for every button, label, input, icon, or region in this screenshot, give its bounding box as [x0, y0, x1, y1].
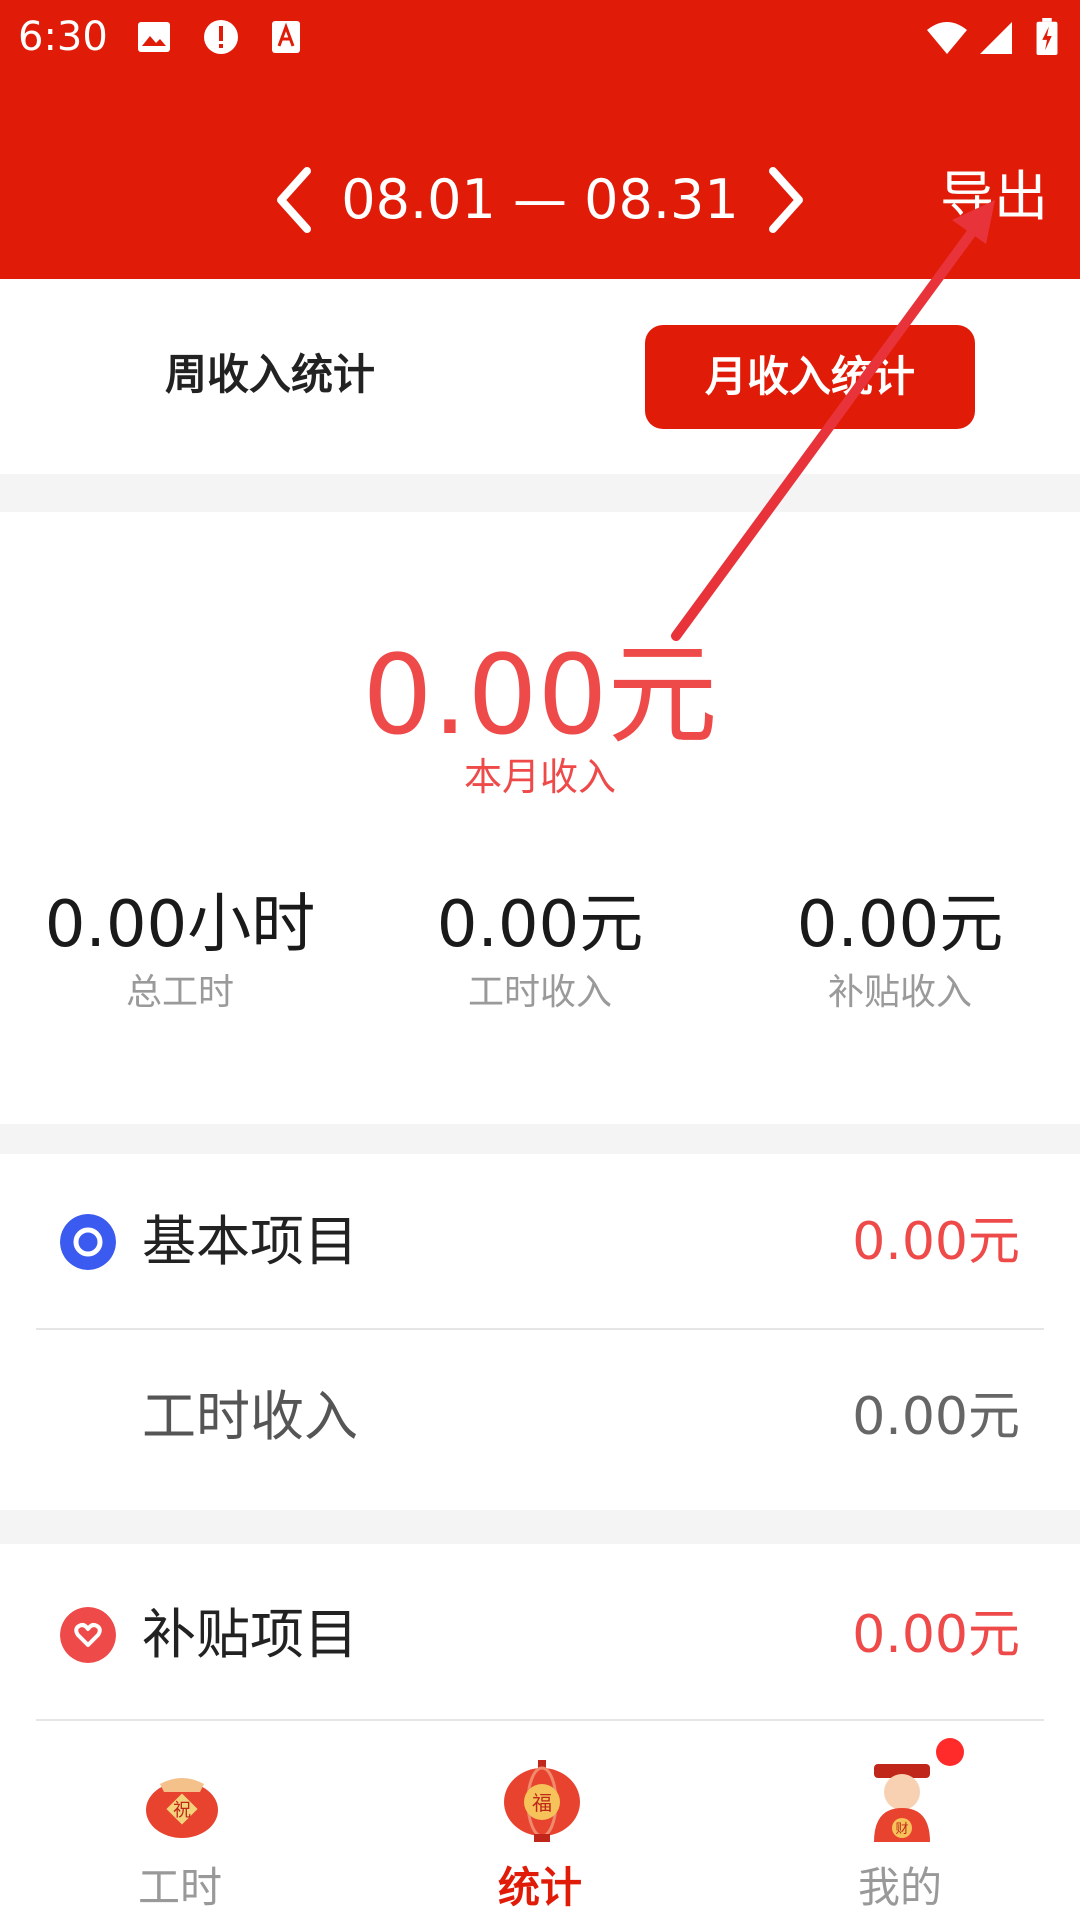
fortune-god-glyph: 财 — [895, 1822, 908, 1837]
monthly-income-label: 本月收入 — [463, 755, 616, 799]
image-icon — [138, 22, 170, 52]
lantern-glyph: 福 — [532, 1791, 552, 1815]
total-hours-label: 总工时 — [125, 972, 234, 1013]
subsidy-income-value: 0.00元 — [796, 888, 1004, 962]
status-time: 6:30 — [18, 14, 108, 60]
subsidy-items-value: 0.00元 — [852, 1605, 1020, 1665]
alert-icon — [204, 20, 238, 54]
circle-dot-icon — [60, 1214, 116, 1270]
fortune-god-icon: 财 — [874, 1764, 930, 1842]
hour-income-row[interactable]: 工时收入 0.00元 — [0, 1332, 1080, 1507]
next-month-button[interactable] — [752, 160, 822, 240]
subsidy-items-row[interactable]: 补贴项目 0.00元 — [0, 1545, 1080, 1720]
status-bar: 6:30 — [0, 0, 1080, 75]
date-range: 08.01 — 08.31 — [341, 168, 739, 231]
hour-income-label: 工时收入 — [467, 972, 612, 1013]
signal-icon — [980, 22, 1012, 54]
nav-label-mine: 我的 — [857, 1863, 942, 1912]
basic-items-title: 基本项目 — [142, 1210, 358, 1273]
hour-income-row-title: 工时收入 — [142, 1385, 358, 1448]
hour-income-row-value: 0.00元 — [852, 1387, 1020, 1447]
total-hours-value: 0.00小时 — [44, 888, 316, 962]
subsidy-income-label: 补贴收入 — [827, 972, 972, 1013]
wifi-icon — [927, 22, 967, 54]
section-divider — [0, 1124, 1080, 1154]
basic-items-value: 0.00元 — [852, 1212, 1020, 1272]
basic-items-row[interactable]: 基本项目 0.00元 — [0, 1155, 1080, 1330]
lucky-bag-icon: 祝 — [146, 1778, 218, 1838]
row-divider — [36, 1719, 1044, 1721]
text-a-icon — [272, 21, 300, 53]
tab-week-income[interactable]: 周收入统计 — [150, 340, 390, 410]
tab-month-income[interactable]: 月收入统计 — [645, 325, 975, 429]
notification-dot — [936, 1738, 964, 1766]
nav-label-stats: 统计 — [497, 1863, 582, 1912]
battery-icon — [1036, 18, 1058, 56]
nav-item-mine[interactable]: 财 我的 — [720, 1738, 1080, 1920]
lucky-bag-glyph: 祝 — [173, 1800, 191, 1821]
section-divider — [0, 1510, 1080, 1544]
export-button[interactable]: 导出 — [940, 165, 1048, 229]
monthly-income-amount: 0.00元 — [362, 631, 718, 759]
prev-month-button[interactable] — [258, 160, 328, 240]
row-divider — [36, 1328, 1044, 1330]
heart-icon — [60, 1607, 116, 1663]
chevron-left-icon — [277, 167, 311, 233]
nav-label-hours: 工时 — [137, 1863, 222, 1912]
nav-item-hours[interactable]: 祝 工时 — [0, 1740, 360, 1920]
hour-income-value: 0.00元 — [436, 888, 644, 962]
nav-item-stats[interactable]: 福 统计 — [360, 1740, 720, 1920]
section-divider — [0, 474, 1080, 512]
lantern-icon: 福 — [504, 1760, 580, 1842]
subsidy-items-title: 补贴项目 — [142, 1603, 358, 1666]
chevron-right-icon — [769, 167, 803, 233]
